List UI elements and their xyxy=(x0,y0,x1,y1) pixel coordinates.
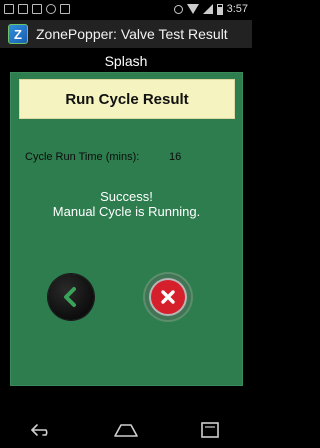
sync-icon xyxy=(46,4,56,14)
gallery-icon xyxy=(18,4,28,14)
result-banner: Run Cycle Result xyxy=(19,79,235,119)
app-logo-icon[interactable]: Z xyxy=(8,24,28,44)
wifi-icon xyxy=(186,4,199,14)
mail-icon xyxy=(4,4,14,14)
status-line-detail: Manual Cycle is Running. xyxy=(52,204,201,219)
nav-home-button[interactable] xyxy=(106,415,146,445)
nav-back-button[interactable] xyxy=(22,415,62,445)
action-bar: Z ZonePopper: Valve Test Result xyxy=(0,20,252,48)
status-time: 3:57 xyxy=(226,3,248,15)
run-time-label: Cycle Run Time (mins): xyxy=(25,151,140,163)
nav-bar xyxy=(0,412,252,448)
back-nav-icon xyxy=(31,424,48,436)
cancel-button[interactable] xyxy=(143,272,193,322)
nav-recents-button[interactable] xyxy=(190,415,230,445)
page-title: Splash xyxy=(104,53,148,69)
home-nav-icon xyxy=(114,424,138,437)
back-button[interactable] xyxy=(48,274,94,320)
system-status: 3:57 xyxy=(173,3,248,15)
back-icon xyxy=(64,287,76,307)
alarm-icon xyxy=(173,4,183,14)
run-time-value: 16 xyxy=(169,151,182,163)
status-line-success: Success! xyxy=(100,189,153,204)
recents-nav-icon xyxy=(201,422,219,438)
signal-icon xyxy=(202,4,213,14)
status-message: Success! Manual Cycle is Running. xyxy=(11,189,242,219)
app-icon xyxy=(32,4,42,14)
battery-icon xyxy=(216,3,223,15)
clipboard-icon xyxy=(60,4,70,14)
notification-icons xyxy=(4,4,70,14)
result-panel: Run Cycle Result Cycle Run Time (mins): … xyxy=(10,72,243,386)
status-bar: 3:57 xyxy=(0,0,252,20)
cancel-circle xyxy=(151,280,185,314)
app-title: ZonePopper: Valve Test Result xyxy=(36,26,228,42)
close-icon xyxy=(161,290,175,304)
